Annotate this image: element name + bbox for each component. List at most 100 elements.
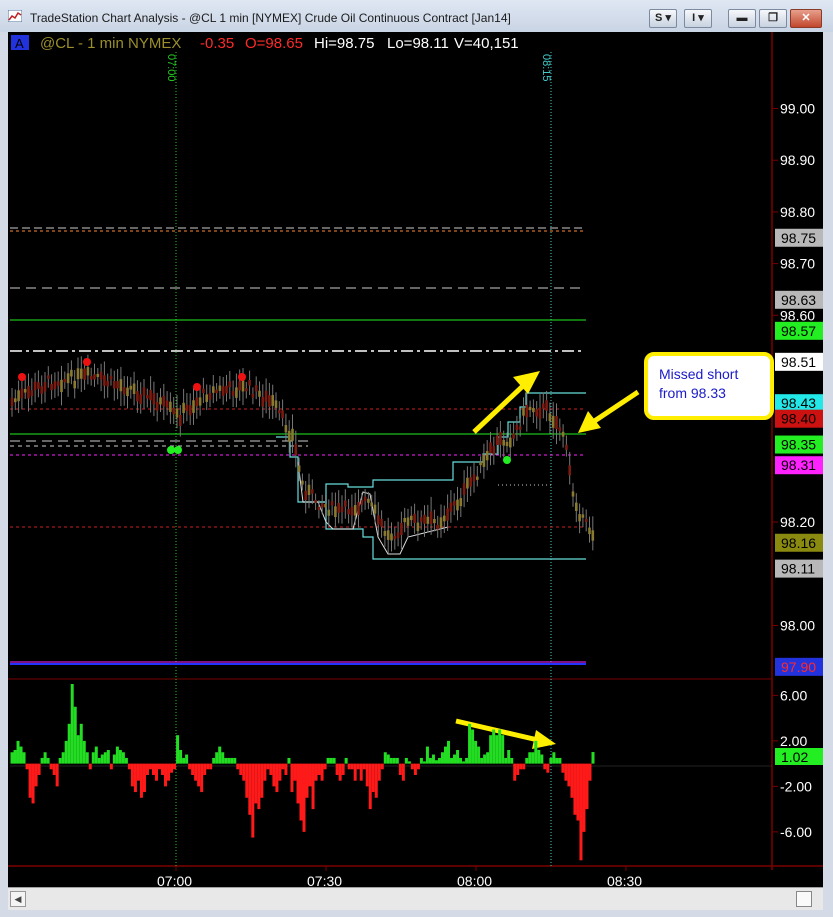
oscillator-bar [519,763,523,770]
i-label: I [692,12,696,24]
candle-body [588,527,591,535]
candle-body [14,398,17,403]
oscillator-bar [477,746,481,764]
candle-body [406,517,410,526]
candle-body [466,477,469,489]
oscillator-bar [227,757,231,764]
oscillator-bar [368,763,372,810]
candle-body [344,500,347,507]
oscillator-bar [365,763,369,787]
oscillator-bar [70,684,74,764]
time-axis: 07:00 07:30 08:00 08:30 [157,866,642,889]
candle-body [89,375,93,380]
oscillator-tick-label: 6.00 [780,687,807,703]
close-button[interactable]: ✕ [790,9,822,28]
oscillator-bar [13,749,17,764]
minimize-button[interactable]: ▬ [728,9,756,28]
candle-body [254,385,258,392]
oscillator-bar [275,763,279,793]
candle-body [393,536,397,540]
oscillator-bar [453,754,457,764]
oscillator-bar [540,754,544,764]
oscillator-bar [404,757,408,764]
annotation-line2: from 98.33 [659,385,726,401]
oscillator-bar [200,763,204,793]
time-marker-0815: 08:15 [540,54,552,82]
horizontal-scrollbar[interactable]: ◀ [8,887,823,910]
buy-signal-dot [174,446,182,454]
oscillator-bar [34,763,38,787]
oscillator-bar [58,757,62,764]
candle-body [179,414,182,426]
candle-body [522,407,525,416]
candle-body [452,501,456,506]
oscillator-bar [353,763,357,781]
scroll-thumb[interactable] [796,891,812,907]
oscillator-bar [510,757,514,764]
oscillator-bar [395,757,399,764]
oscillator-bar [266,763,270,770]
oscillator-bar [88,763,92,770]
candle-body [591,530,595,541]
candle-body [132,383,136,395]
price-tag-label: 98.40 [781,411,816,427]
oscillator-bar [85,752,89,764]
oscillator-tick-label: 2.00 [780,733,807,749]
oscillator-bar [151,763,155,775]
annotation-line1: Missed short [659,366,738,382]
oscillator-bar [94,746,98,764]
candle-body [235,387,238,398]
oscillator-bar [239,763,243,775]
price-tag-label: 98.31 [781,457,816,473]
oscillator-bar [191,763,195,775]
oscillator-bar [374,763,378,798]
candle-body [314,499,317,503]
restore-button[interactable]: ❐ [759,9,787,28]
candle-body [66,373,70,384]
candle-body [565,444,568,450]
candle-body [17,390,20,402]
candle-body [337,503,340,513]
candle-body [330,501,334,506]
oscillator-bar [380,763,384,770]
i-menu-button[interactable]: I ▾ [684,9,712,28]
candle-body [311,489,314,494]
candle-body [334,506,337,518]
sell-signal-dot [83,358,91,366]
oscillator-value-tag: 1.02 [781,749,808,765]
oscillator-bar [79,723,83,764]
oscillator-bar [443,746,447,764]
oscillator-bar [371,763,375,793]
chart-svg[interactable]: A @CL - 1 min NYMEX -0.35 O=98.65 Hi=98.… [8,32,823,894]
scroll-left-arrow-icon[interactable]: ◀ [10,891,26,907]
chart-area[interactable]: A @CL - 1 min NYMEX -0.35 O=98.65 Hi=98.… [8,32,823,894]
candle-body [50,383,53,391]
candle-body [103,375,106,386]
oscillator-bar [579,763,583,861]
oscillator-bar [233,757,237,764]
candle-body [278,410,281,414]
oscillator-bar [492,729,496,764]
candle-body [172,407,175,415]
candle-body [561,431,565,437]
candle-body [268,395,271,407]
candle-body [571,491,575,497]
candle-body [225,385,228,394]
oscillator-bar [281,763,285,770]
oscillator-bar [16,740,20,764]
oscillator-bar [546,763,550,773]
price-tick-label: 98.20 [780,514,815,530]
oscillator-bar [465,757,469,764]
s-menu-button[interactable]: S ▾ [649,9,677,28]
candle-body [139,394,142,405]
oscillator-bar [185,754,189,764]
oscillator-bar [106,749,110,764]
candle-body [76,368,80,380]
candle-body [10,397,14,407]
candle-body [221,386,225,396]
symbol-label: @CL - 1 min NYMEX [40,35,181,52]
oscillator-bar [501,735,505,764]
candle-body [149,389,152,401]
candle-body [60,379,63,393]
oscillator-bar [474,740,478,764]
